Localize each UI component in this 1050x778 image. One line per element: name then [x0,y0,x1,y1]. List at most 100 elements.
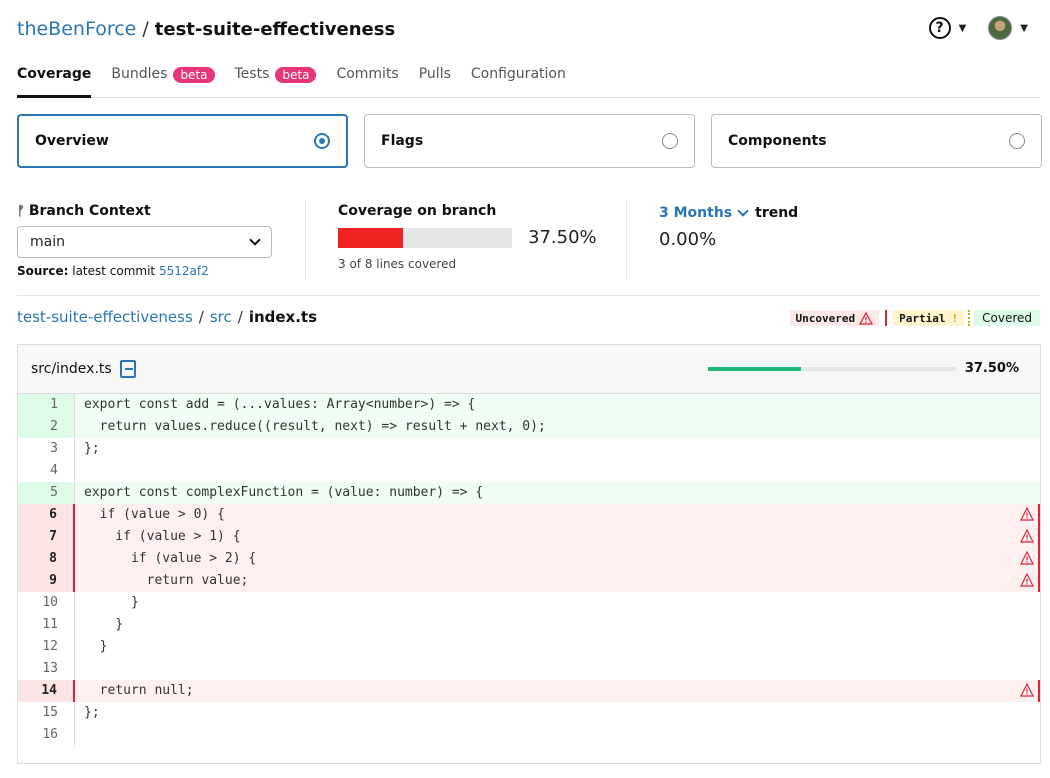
line-number[interactable]: 5 [18,482,75,504]
tab-label: Configuration [470,66,566,82]
chevron-down-icon[interactable]: ▼ [1020,23,1028,34]
tab-label: Coverage [17,66,92,82]
code-line: 15}; [18,702,1040,724]
warning-icon [859,311,874,325]
line-number[interactable]: 8 [18,548,75,570]
overview-card[interactable]: Overview [17,114,348,168]
lines-covered: 3 of 8 lines covered [338,257,457,271]
commit-link[interactable]: 5512af2 [159,264,209,278]
repo-title[interactable]: test-suite-effectiveness [155,19,395,40]
tab-tests[interactable]: Tests beta [235,62,317,98]
chevron-down-icon[interactable] [737,205,749,217]
chevron-down-icon[interactable]: ▼ [959,23,967,34]
line-number[interactable]: 4 [18,460,75,482]
legend-covered: Covered [974,310,1040,326]
branch-icon: ᚠ [17,204,25,219]
avatar[interactable] [988,16,1013,40]
code-text: if (value > 2) { [84,551,257,566]
line-number[interactable]: 14 [18,680,75,702]
branch-select[interactable]: main [17,226,272,258]
coverage-title: Coverage on branch [338,203,497,219]
file-progress-bar [708,367,956,371]
tab-label: Bundles [111,66,168,82]
line-number[interactable]: 16 [18,724,75,746]
tab-bundles[interactable]: Bundles beta [111,62,215,98]
coverage-on-branch: Coverage on branch 37.50% 3 of 8 lines c… [338,200,618,280]
coverage-legend: Uncovered Partial ! Covered [789,310,1040,326]
warning-icon [1020,573,1034,587]
line-number[interactable]: 13 [18,658,75,680]
legend-partial-marker [968,310,971,326]
partial-icon: ! [951,311,959,325]
line-number[interactable]: 3 [18,438,75,460]
code-text: if (value > 1) { [84,529,241,544]
flags-card[interactable]: Flags [364,114,695,168]
tab-configuration[interactable]: Configuration [471,62,566,98]
code-text: export const add = (...values: Array<num… [84,397,476,412]
code-line: 12 } [18,636,1040,658]
card-label: Overview [35,133,109,149]
code-line: 9 return value; [18,570,1040,592]
legend-partial: Partial ! [893,310,965,326]
warning-icon [1020,551,1034,565]
line-number[interactable]: 1 [18,394,75,416]
trend-label: trend [755,205,799,221]
code-text: } [84,617,124,632]
source-commit: Source: latest commit 5512af2 [17,264,287,278]
tab-coverage[interactable]: Coverage [17,62,92,98]
radio-selected-icon[interactable] [314,133,330,149]
breadcrumb-repo[interactable]: test-suite-effectiveness [17,308,193,326]
code-line: 6 if (value > 0) { [18,504,1040,526]
file-name: src/index.ts [31,361,112,377]
coverage-percent: 37.50% [528,227,597,248]
divider [305,200,306,280]
code-line: 13 [18,658,1040,680]
trend-value: 0.00% [659,229,717,250]
line-number[interactable]: 11 [18,614,75,636]
help-icon[interactable]: ? [928,17,951,39]
radio-icon[interactable] [662,133,678,149]
code-text: } [84,639,108,654]
components-card[interactable]: Components [711,114,1042,168]
line-number[interactable]: 7 [18,526,75,548]
code-line: 2 return values.reduce((result, next) =>… [18,416,1040,438]
breadcrumb: test-suite-effectiveness / src / index.t… [17,308,317,326]
warning-icon [1020,683,1034,697]
radio-icon[interactable] [1009,133,1025,149]
branch-select-value: main [30,234,65,250]
code-text: }; [84,441,100,456]
line-number[interactable]: 10 [18,592,75,614]
card-label: Components [728,133,827,149]
line-number[interactable]: 6 [18,504,75,526]
tab-commits[interactable]: Commits [336,62,398,98]
line-number[interactable]: 9 [18,570,75,592]
legend-uncovered-label: Uncovered [795,311,856,325]
divider [626,200,627,280]
org-link[interactable]: theBenForce [17,18,136,40]
trend-period-select[interactable]: 3 Months [659,205,732,221]
beta-badge: beta [173,67,215,83]
code-text: if (value > 0) { [84,507,225,522]
legend-partial-label: Partial [899,311,946,325]
tab-label: Tests [234,66,270,82]
legend-uncovered-marker [885,310,888,326]
code-line: 4 [18,460,1040,482]
file-viewer: src/index.ts 37.50% 1 export const add = … [17,344,1041,764]
breadcrumb-separator: / [237,308,243,326]
breadcrumb-dir[interactable]: src [210,308,232,326]
file-header: src/index.ts 37.50% [18,345,1040,394]
coverage-summary: ᚠ Branch Context main Source: latest comm… [17,200,1040,296]
line-number[interactable]: 12 [18,636,75,658]
source-label: Source: [17,264,69,278]
code-line: 1 export const add = (...values: Array<nu… [18,394,1040,416]
line-number[interactable]: 15 [18,702,75,724]
line-number[interactable]: 2 [18,416,75,438]
view-selector: Overview Flags Components [17,114,1042,168]
coverage-progress-bar [338,227,512,248]
breadcrumb-file: index.ts [248,308,318,326]
branch-title-text: Branch Context [28,203,151,219]
tab-pulls[interactable]: Pulls [419,62,451,98]
breadcrumb-separator: / [198,308,204,326]
copy-icon[interactable] [119,360,136,378]
